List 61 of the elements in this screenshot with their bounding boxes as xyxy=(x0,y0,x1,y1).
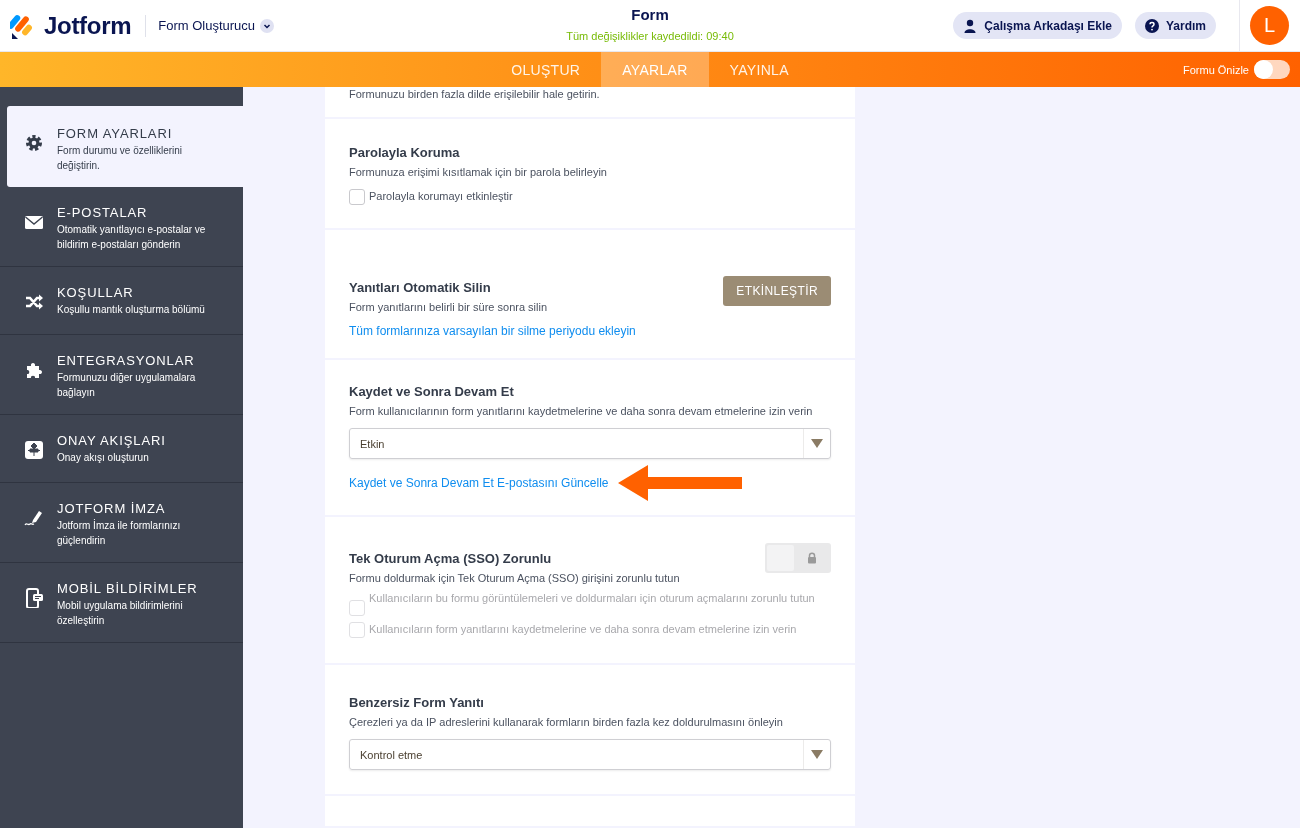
sidebar-item-description: Formunuzu diğer uygulamalara bağlayın xyxy=(57,371,197,400)
setting-description: Formu doldurmak için Tek Oturum Açma (SSO) girişini zorunlu tutun xyxy=(349,571,680,585)
form-builder-dropdown[interactable]: Form Oluşturucu xyxy=(158,18,275,33)
locked-toggle[interactable] xyxy=(765,543,831,573)
dropdown-arrow-icon xyxy=(811,750,823,759)
sidebar-item-title: JOTFORM İMZA xyxy=(57,501,167,516)
brand-name[interactable]: Jotform xyxy=(44,11,132,40)
person-icon xyxy=(963,18,978,33)
link[interactable]: Kaydet ve Sonra Devam Et E-postasını Güncelle xyxy=(349,476,609,490)
sidebar-item-description: Form durumu ve özelliklerini değiştirin. xyxy=(57,144,184,173)
setting-title: Benzersiz Form Yanıtı xyxy=(349,695,485,710)
sidebar-item-description: Onay akışı oluşturun xyxy=(57,451,150,465)
setting-description: Form yanıtlarını belirli bir süre sonra silin xyxy=(349,300,548,314)
help-icon xyxy=(1144,18,1159,33)
sidebar-item-description: Mobil uygulama bildirimlerini özelleştirin xyxy=(57,599,184,628)
help-button[interactable]: Yardım xyxy=(1134,12,1216,39)
dropdown[interactable]: Etkin xyxy=(349,428,831,459)
flowchart-icon xyxy=(24,440,44,460)
mobile-phone-icon xyxy=(24,588,44,608)
sidebar-item[interactable]: JOTFORM İMZA Jotform İmza ile formlarınızı güçlendirin xyxy=(0,483,243,563)
add-collaborator-button[interactable]: Çalışma Arkadaşı Ekle xyxy=(953,12,1122,39)
shuffle-icon xyxy=(24,292,44,312)
setting-title: Kaydet ve Sonra Devam Et xyxy=(349,384,515,399)
setting-title: Parolayla Koruma xyxy=(349,145,461,160)
chevron-icon xyxy=(260,18,275,33)
sidebar-item[interactable]: KOŞULLAR Koşullu mantık oluşturma bölümü xyxy=(0,267,243,335)
sidebar-item-title: KOŞULLAR xyxy=(57,285,135,300)
preview-toggle[interactable] xyxy=(1254,60,1290,79)
sidebar-item-description: Jotform İmza ile formlarınızı güçlendirin xyxy=(57,518,182,548)
sidebar-item-title: FORM AYARLARI xyxy=(57,126,174,141)
sidebar-item-description: Koşullu mantık oluşturma bölümü xyxy=(57,303,205,317)
link[interactable]: Tüm formlarınıza varsayılan bir silme periyodu ekleyin xyxy=(349,324,636,338)
sidebar-item[interactable]: ENTEGRASYONLAR Formunuzu diğer uygulamalara bağlayın xyxy=(0,335,243,415)
sidebar-item-title: ENTEGRASYONLAR xyxy=(57,353,196,368)
setting-description: Çerezleri ya da IP adreslerini kullanarak formların birden fazla kez doldurulmasını önleyin xyxy=(349,715,783,729)
lock-icon xyxy=(807,552,817,564)
save-status: Tüm değişiklikler kaydedildi: 09:40 xyxy=(566,30,734,42)
pen-icon xyxy=(24,508,44,528)
sidebar-item[interactable]: E-POSTALAR Otomatik yanıtlayıcı e-postalar ve bildirim e-postaları gönderin xyxy=(0,187,243,267)
checkbox-label: Kullanıcıların bu formu görüntülemeleri ve doldurmaları için oturum açmalarını zorunlu tutun xyxy=(369,591,815,606)
sidebar-item-description: Otomatik yanıtlayıcı e-postalar ve bildirim e-postaları gönderin xyxy=(57,223,207,252)
checkbox-label: Parolayla korumayı etkinleştir xyxy=(369,189,513,204)
dropdown[interactable]: Kontrol etme xyxy=(349,739,831,770)
checkbox[interactable] xyxy=(349,189,365,205)
sidebar-item-title: ONAY AKIŞLARI xyxy=(57,433,166,448)
gear-icon xyxy=(24,133,44,153)
setting-title: Yanıtları Otomatik Silin xyxy=(349,280,492,295)
setting-description: Form kullanıcılarının form yanıtlarını kaydetmelerine ve daha sonra devam etmelerine izin verin xyxy=(349,404,813,418)
sidebar-item-title: E-POSTALAR xyxy=(57,205,149,220)
sidebar-item[interactable]: ONAY AKIŞLARI Onay akışı oluşturun xyxy=(0,415,243,483)
dropdown-arrow-icon xyxy=(811,439,823,448)
preview-label: Formu Önizle xyxy=(1182,63,1249,76)
setting-description: Formunuzu birden fazla dilde erişilebilir hale getirin. xyxy=(349,87,600,101)
sidebar-item-title: MOBİL BİLDİRİMLER xyxy=(57,581,199,596)
setting-title: Tek Oturum Açma (SSO) Zorunlu xyxy=(349,551,553,566)
sidebar-item[interactable]: FORM AYARLARI Form durumu ve özelliklerini değiştirin. xyxy=(7,106,243,187)
setting-description: Formunuza erişimi kısıtlamak için bir parola belirleyin xyxy=(349,165,607,179)
form-title: Form xyxy=(631,6,669,23)
puzzle-piece-icon xyxy=(24,360,44,380)
sidebar-item[interactable]: MOBİL BİLDİRİMLER Mobil uygulama bildirimlerini özelleştirin xyxy=(0,563,243,643)
checkbox-label: Kullanıcıların form yanıtlarını kaydetmelerine ve daha sonra devam etmelerine izin verin xyxy=(369,622,797,637)
